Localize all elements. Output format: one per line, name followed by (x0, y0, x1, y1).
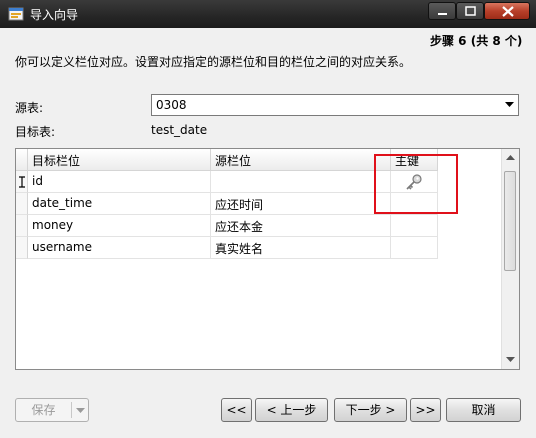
first-step-button[interactable]: << (221, 398, 252, 422)
cancel-button[interactable]: 取消 (446, 398, 521, 422)
primary-key-cell[interactable] (391, 237, 438, 259)
maximize-button[interactable] (456, 2, 484, 20)
source-cell[interactable]: 真实姓名 (211, 237, 391, 259)
row-header[interactable] (16, 237, 28, 259)
table-row[interactable]: id (28, 171, 211, 193)
vertical-scrollbar[interactable] (501, 149, 519, 369)
import-wizard-window: 导入向导 步骤 6 (共 8 个) 你可以定义栏位对应。设置对应指定的源栏位和目… (0, 0, 536, 438)
annotation-highlight-box (374, 154, 458, 214)
close-button[interactable] (484, 2, 530, 20)
chevron-down-icon (505, 102, 514, 107)
source-cell[interactable]: 应还本金 (211, 215, 391, 237)
scroll-down-icon[interactable] (506, 357, 515, 363)
split-divider (71, 402, 72, 418)
title-bar[interactable]: 导入向导 (0, 0, 536, 28)
save-button[interactable]: 保存 (15, 398, 89, 422)
page-description: 你可以定义栏位对应。设置对应指定的源栏位和目的栏位之间的对应关系。 (15, 55, 412, 69)
column-header-source[interactable]: 源栏位 (211, 149, 391, 171)
source-table-value: 0308 (156, 98, 187, 112)
source-cell[interactable] (211, 171, 391, 193)
previous-step-button[interactable]: < 上一步 (255, 398, 328, 422)
column-header-target[interactable]: 目标栏位 (28, 149, 211, 171)
target-table-value: test_date (151, 123, 208, 137)
primary-key-cell[interactable] (391, 215, 438, 237)
close-icon (502, 6, 514, 17)
text-cursor-icon (19, 176, 25, 188)
row-header-corner (16, 149, 28, 171)
target-table-label: 目标表: (15, 125, 56, 139)
row-header[interactable] (16, 215, 28, 237)
last-step-button[interactable]: >> (410, 398, 441, 422)
import-wizard-icon (8, 6, 24, 22)
table-row[interactable]: date_time (28, 193, 211, 215)
row-header[interactable] (16, 193, 28, 215)
chevron-down-icon[interactable] (76, 408, 85, 414)
step-indicator: 步骤 6 (共 8 个) (430, 34, 523, 48)
row-header[interactable] (16, 171, 28, 193)
source-table-label: 源表: (15, 101, 44, 115)
next-step-button[interactable]: 下一步 > (334, 398, 407, 422)
scroll-up-icon[interactable] (506, 155, 515, 161)
source-cell[interactable]: 应还时间 (211, 193, 391, 215)
table-row[interactable]: money (28, 215, 211, 237)
maximize-icon (465, 6, 476, 16)
table-row[interactable]: username (28, 237, 211, 259)
window-title: 导入向导 (30, 8, 79, 22)
minimize-icon (438, 13, 447, 15)
scrollbar-thumb[interactable] (504, 171, 516, 271)
source-table-select[interactable]: 0308 (151, 94, 519, 116)
minimize-button[interactable] (428, 2, 456, 20)
